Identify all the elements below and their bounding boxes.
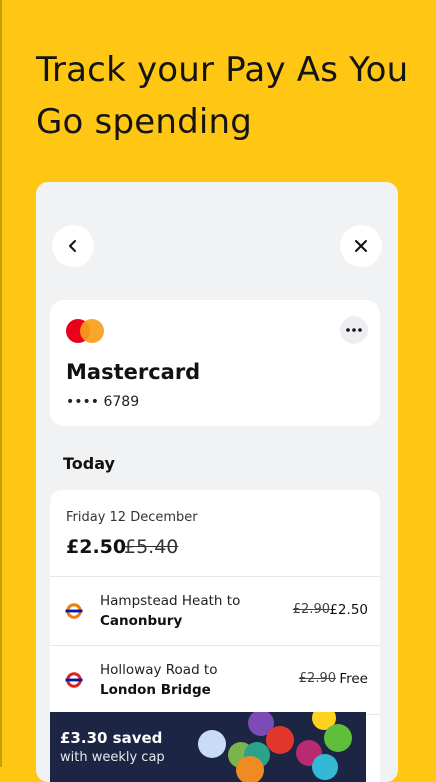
section-title-today: Today <box>63 454 115 473</box>
journey-row[interactable]: Holloway Road to London Bridge £2.90 Fre… <box>50 646 380 715</box>
decorative-dot <box>266 726 294 754</box>
day-total-amount: £2.50 <box>66 536 127 558</box>
page-headline: Track your Pay As You Go spending <box>36 50 409 142</box>
decorative-dot <box>324 724 352 752</box>
journey-origin: Hampstead Heath to <box>100 593 241 609</box>
more-horizontal-icon <box>346 328 362 332</box>
day-label: Friday 12 December <box>66 510 198 525</box>
back-button[interactable] <box>52 225 94 267</box>
day-original-amount: £5.40 <box>124 536 179 558</box>
page-edge <box>0 0 2 767</box>
journey-destination: Canonbury <box>100 613 183 629</box>
card-more-button[interactable] <box>340 316 368 344</box>
payment-card[interactable]: Mastercard •••• 6789 <box>50 300 380 426</box>
close-icon <box>355 240 367 252</box>
tube-roundel-icon <box>65 672 83 688</box>
card-masked-number: •••• 6789 <box>66 394 140 410</box>
fare-paid: Free <box>339 671 368 687</box>
decorative-dot <box>236 756 264 782</box>
phone-screen: Mastercard •••• 6789 Today Friday 12 Dec… <box>36 182 398 782</box>
close-button[interactable] <box>340 225 382 267</box>
journey-row[interactable]: Hampstead Heath to Canonbury £2.90 £2.50 <box>50 577 380 646</box>
fare-paid: £2.50 <box>329 602 368 618</box>
overground-roundel-icon <box>65 603 83 619</box>
fare-original: £2.90 <box>292 602 330 617</box>
fare-original: £2.90 <box>298 671 336 686</box>
day-summary[interactable]: Friday 12 December £2.50 £5.40 <box>50 490 380 577</box>
savings-subtitle: with weekly cap <box>60 750 165 765</box>
decorative-dot <box>198 730 226 758</box>
chevron-left-icon <box>69 240 76 252</box>
mastercard-orange-circle <box>80 319 104 343</box>
decorative-dot <box>312 754 338 780</box>
journey-destination: London Bridge <box>100 682 211 698</box>
journey-origin: Holloway Road to <box>100 662 218 678</box>
journey-list: Friday 12 December £2.50 £5.40 Hampstead… <box>50 490 380 782</box>
savings-banner[interactable]: £3.30 saved with weekly cap <box>50 712 366 782</box>
mastercard-logo-icon <box>66 319 104 343</box>
card-brand-name: Mastercard <box>66 360 201 384</box>
savings-amount: £3.30 saved <box>60 729 163 747</box>
